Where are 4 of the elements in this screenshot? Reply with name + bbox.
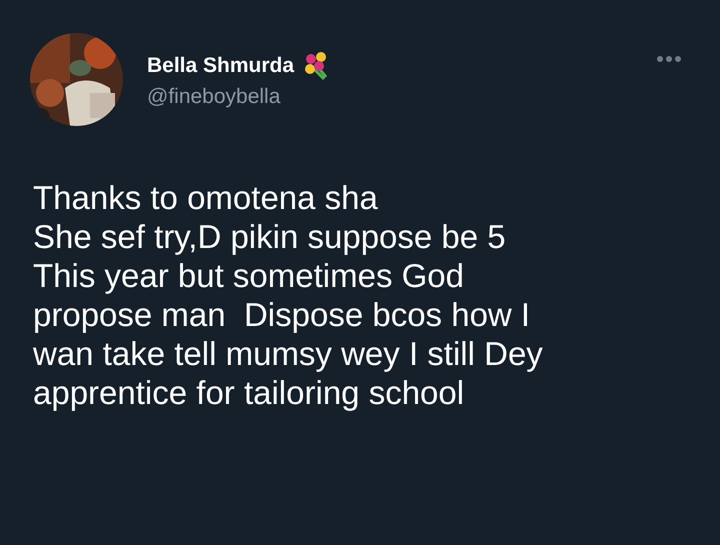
more-icon[interactable] bbox=[656, 55, 682, 63]
tweet-text: Thanks to omotena sha She sef try,D pikin suppose be 5 This year but sometimes God propose man Dispose bcos how I wan take tell mumsy wey I still Dey apprentice for tailoring school bbox=[33, 178, 544, 412]
author-name[interactable]: Bella Shmurda bbox=[147, 54, 294, 78]
author-handle[interactable]: @fineboybella bbox=[147, 85, 656, 109]
